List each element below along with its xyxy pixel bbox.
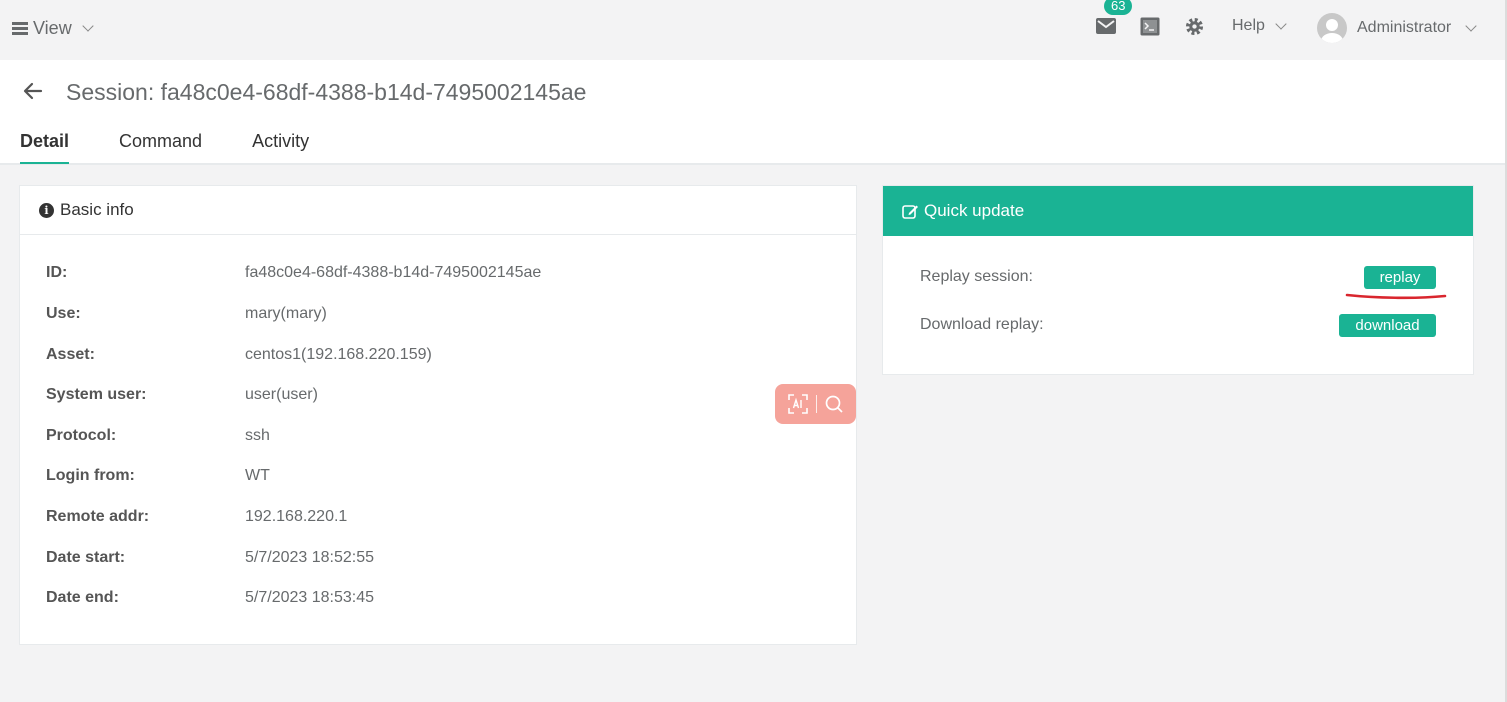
- back-arrow-icon[interactable]: [22, 80, 44, 102]
- info-value: mary(mary): [245, 305, 327, 322]
- replay-button[interactable]: replay: [1364, 266, 1436, 289]
- info-value: 192.168.220.1: [245, 508, 348, 525]
- chevron-down-icon: [1465, 19, 1477, 32]
- user-avatar-icon: [1317, 13, 1347, 43]
- menu-icon: [12, 21, 28, 35]
- red-annotation-underline: [1345, 293, 1447, 300]
- chevron-down-icon: [1275, 17, 1287, 30]
- ai-scan-icon[interactable]: [787, 393, 809, 415]
- mail-count-badge: 63: [1104, 0, 1133, 15]
- view-menu[interactable]: View: [12, 17, 94, 39]
- replay-session-label: Replay session:: [920, 268, 1033, 285]
- top-navbar: View 63 Help Administrator: [0, 0, 1507, 60]
- basic-info-panel: i Basic info ID: fa48c0e4-68df-4388-b14d…: [19, 185, 857, 645]
- info-label: Asset:: [46, 346, 95, 363]
- gear-icon[interactable]: [1185, 17, 1204, 36]
- download-replay-label: Download replay:: [920, 316, 1044, 333]
- tab-activity[interactable]: Activity: [252, 125, 309, 164]
- page-header: Session: fa48c0e4-68df-4388-b14d-7495002…: [0, 60, 1505, 165]
- info-value: 5/7/2023 18:52:55: [245, 549, 375, 566]
- search-icon[interactable]: [824, 394, 844, 414]
- edit-icon: [902, 204, 918, 219]
- info-label: Login from:: [46, 467, 135, 484]
- basic-info-title: Basic info: [60, 200, 134, 219]
- info-label: Date start:: [46, 549, 126, 566]
- download-button[interactable]: download: [1339, 314, 1436, 337]
- tab-command[interactable]: Command: [119, 125, 202, 164]
- basic-info-header: i Basic info: [20, 186, 856, 235]
- info-icon: i: [39, 202, 54, 218]
- info-label: Protocol:: [46, 427, 117, 444]
- info-label: Remote addr:: [46, 508, 150, 525]
- info-value: user(user): [245, 386, 318, 403]
- help-label: Help: [1232, 17, 1265, 34]
- info-label: ID:: [46, 264, 68, 281]
- user-name: Administrator: [1357, 19, 1452, 36]
- tab-bar: Detail Command Activity: [0, 125, 309, 164]
- mail-icon[interactable]: [1096, 18, 1116, 34]
- view-menu-label: View: [33, 17, 72, 38]
- quick-update-header: Quick update: [883, 186, 1473, 236]
- page-title: Session: fa48c0e4-68df-4388-b14d-7495002…: [66, 79, 587, 105]
- tab-detail[interactable]: Detail: [20, 125, 70, 164]
- info-value: ssh: [245, 427, 270, 444]
- ai-tools-widget: [775, 384, 856, 424]
- quick-update-title: Quick update: [924, 201, 1025, 220]
- divider: [815, 395, 817, 413]
- info-value: fa48c0e4-68df-4388-b14d-7495002145ae: [245, 264, 542, 281]
- quick-update-panel: Quick update Replay session: replay Down…: [882, 185, 1474, 375]
- user-menu[interactable]: Administrator: [1317, 13, 1477, 43]
- help-menu[interactable]: Help: [1232, 17, 1287, 35]
- info-label: System user:: [46, 386, 147, 403]
- chevron-down-icon: [82, 19, 94, 32]
- info-label: Use:: [46, 305, 81, 322]
- terminal-icon[interactable]: [1140, 17, 1160, 36]
- info-label: Date end:: [46, 589, 119, 606]
- info-value: 5/7/2023 18:53:45: [245, 589, 375, 606]
- info-value: centos1(192.168.220.159): [245, 346, 432, 363]
- info-value: WT: [245, 467, 270, 484]
